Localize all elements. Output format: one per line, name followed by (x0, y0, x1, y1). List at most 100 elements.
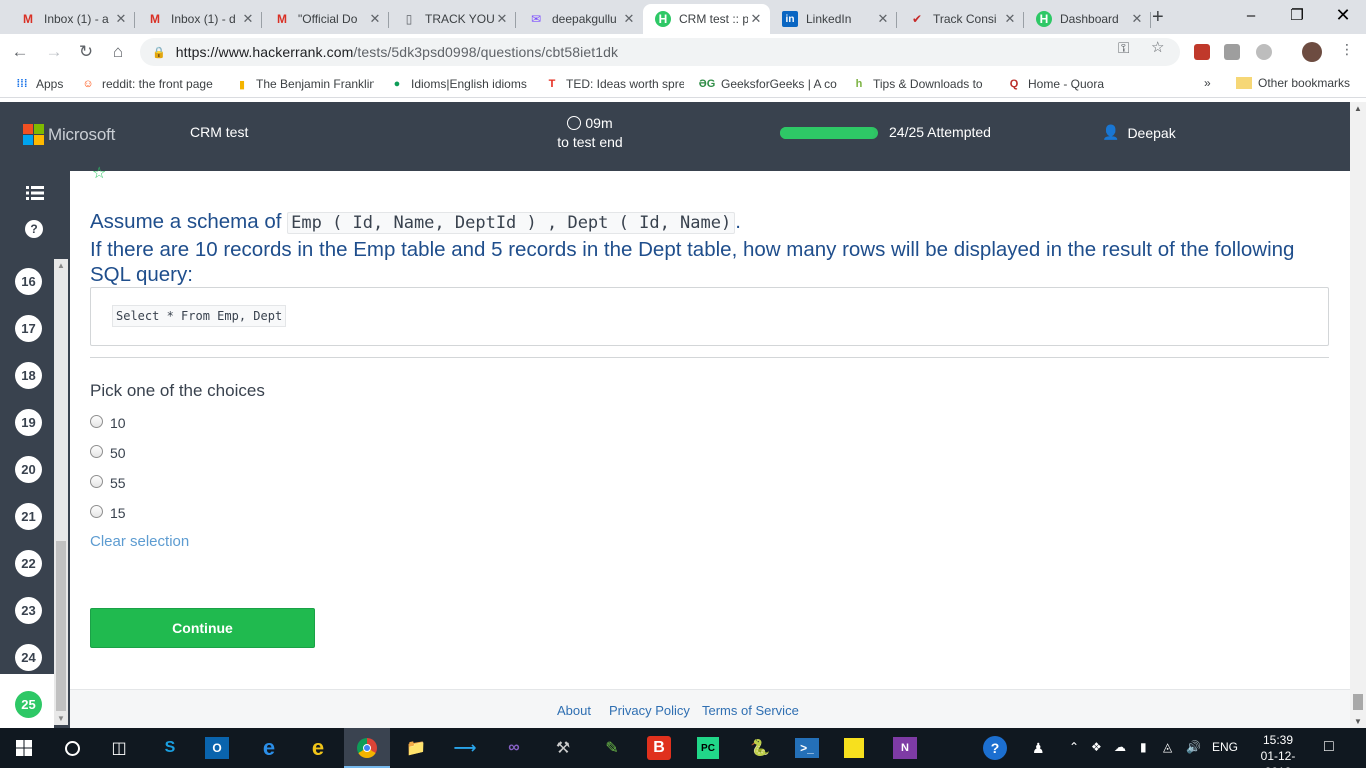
close-tab-icon[interactable]: ✕ (1002, 11, 1018, 27)
vscode-icon[interactable]: ⟶ (451, 734, 479, 762)
windows-start-icon[interactable] (10, 734, 38, 762)
powershell-icon[interactable]: >_ (795, 738, 819, 758)
browser-tab[interactable]: M Inbox (1) - a ✕ (8, 4, 135, 34)
radio-button[interactable] (90, 474, 103, 488)
internet-explorer-icon[interactable]: e (304, 734, 332, 762)
help-tray-icon[interactable]: ? (983, 736, 1007, 760)
browser-tab[interactable]: ✉ deepakgullu ✕ (516, 4, 643, 34)
close-tab-icon[interactable]: ✕ (240, 11, 256, 27)
more-bookmarks-button[interactable]: » (1204, 76, 1211, 90)
question-list-icon[interactable] (24, 182, 46, 204)
volume-icon[interactable]: 🔊 (1186, 740, 1201, 754)
bookmark-item[interactable]: ● Idioms|English idioms (389, 76, 527, 92)
scroll-up-icon[interactable]: ▲ (54, 261, 68, 270)
bookmark-item[interactable]: h Tips & Downloads to (851, 76, 983, 92)
continue-button[interactable]: Continue (90, 608, 315, 648)
sidebar-scroll-thumb[interactable] (56, 541, 66, 711)
browser-tab[interactable]: ▯ TRACK YOU ✕ (389, 4, 516, 34)
user-menu[interactable]: 👤 Deepak (1102, 124, 1176, 141)
address-bar[interactable]: 🔒 https://www.hackerrank.com/tests/5dk3p… (140, 38, 1180, 66)
browser-tab[interactable]: M Inbox (1) - d ✕ (135, 4, 262, 34)
search-icon[interactable] (58, 734, 86, 762)
terms-of-service-link[interactable]: Terms of Service (702, 703, 799, 718)
bookmark-item[interactable]: Q Home - Quora (1006, 76, 1104, 92)
pdf-extension-icon[interactable] (1194, 44, 1210, 60)
page-scroll-down-icon[interactable]: ▼ (1350, 717, 1366, 726)
close-tab-icon[interactable]: ✕ (367, 11, 383, 27)
choice-option[interactable]: 15 (90, 504, 126, 521)
brave-icon[interactable]: B (647, 736, 671, 760)
edge-icon[interactable]: e (255, 734, 283, 762)
radio-button[interactable] (90, 414, 103, 428)
radio-button[interactable] (90, 504, 103, 518)
browser-tab[interactable]: H Dashboard ✕ (1024, 4, 1151, 34)
close-tab-icon[interactable]: ✕ (494, 11, 510, 27)
extension-icon[interactable] (1224, 44, 1240, 60)
bookmark-item[interactable]: T TED: Ideas worth spre (544, 76, 684, 92)
close-tab-icon[interactable]: ✕ (748, 11, 764, 27)
about-link[interactable]: About (557, 703, 591, 718)
question-nav-23[interactable]: 23 (15, 597, 42, 624)
page-scroll-up-icon[interactable]: ▲ (1350, 104, 1366, 113)
file-explorer-icon[interactable]: 📁 (402, 734, 430, 762)
visual-studio-icon[interactable]: ∞ (500, 734, 528, 762)
bookmark-question-icon[interactable]: ☆ (92, 163, 106, 183)
onenote-icon[interactable]: N (893, 737, 917, 759)
scroll-down-icon[interactable]: ▼ (54, 714, 68, 723)
close-tab-icon[interactable]: ✕ (621, 11, 637, 27)
dropbox-icon[interactable]: ❖ (1091, 740, 1102, 754)
other-bookmarks-button[interactable]: Other bookmarks (1236, 76, 1350, 90)
profile-avatar[interactable] (1302, 42, 1322, 62)
tray-overflow-icon[interactable]: ⌃ (1069, 740, 1079, 754)
radio-button[interactable] (90, 444, 103, 458)
browser-tab[interactable]: ✔ Track Consi ✕ (897, 4, 1024, 34)
menu-kebab-icon[interactable]: ⋮ (1340, 41, 1354, 58)
browser-tab[interactable]: M "Official Do ✕ (262, 4, 389, 34)
pycharm-icon[interactable]: PC (697, 737, 719, 759)
extension-circle-icon[interactable] (1256, 44, 1272, 60)
choice-option[interactable]: 50 (90, 444, 126, 461)
bookmark-item[interactable]: ⁞⁞⁞ Apps (14, 76, 64, 92)
python-icon[interactable]: 🐍 (746, 734, 774, 762)
forward-icon[interactable]: → (42, 40, 66, 64)
restore-icon[interactable]: ❐ (1274, 0, 1320, 30)
question-nav-18[interactable]: 18 (15, 362, 42, 389)
question-nav-21[interactable]: 21 (15, 503, 42, 530)
key-icon[interactable]: ⚿ (1118, 40, 1129, 57)
browser-tab[interactable]: in LinkedIn ✕ (770, 4, 897, 34)
privacy-policy-link[interactable]: Privacy Policy (609, 703, 690, 718)
help-icon[interactable]: ? (25, 220, 43, 238)
question-nav-22[interactable]: 22 (15, 550, 42, 577)
page-scroll-thumb[interactable] (1353, 694, 1363, 710)
notepad-icon[interactable]: ✎ (598, 734, 626, 762)
question-nav-20[interactable]: 20 (15, 456, 42, 483)
action-center-icon[interactable]: □ (1324, 738, 1334, 756)
taskbar-clock[interactable]: 15:39 01-12-2018 (1248, 732, 1308, 768)
clear-selection-link[interactable]: Clear selection (90, 533, 189, 550)
bookmark-item[interactable]: ƏG GeeksforGeeks | A co (699, 76, 837, 92)
wifi-icon[interactable]: ◬ (1163, 740, 1172, 754)
question-nav-16[interactable]: 16 (15, 268, 42, 295)
question-nav-17[interactable]: 17 (15, 315, 42, 342)
close-tab-icon[interactable]: ✕ (113, 11, 129, 27)
home-icon[interactable]: ⌂ (106, 40, 130, 64)
outlook-icon[interactable]: O (205, 737, 229, 759)
close-tab-icon[interactable]: ✕ (1129, 11, 1145, 27)
bookmark-item[interactable]: ▮ The Benjamin Franklin (234, 76, 374, 92)
sidebar-scrollbar[interactable]: ▲ ▼ (54, 259, 68, 725)
battery-icon[interactable]: ▮ (1140, 740, 1147, 754)
question-nav-24[interactable]: 24 (15, 644, 42, 671)
back-icon[interactable]: ← (8, 40, 32, 64)
onedrive-icon[interactable]: ☁ (1114, 740, 1126, 754)
question-nav-19[interactable]: 19 (15, 409, 42, 436)
skype-icon[interactable]: S (156, 734, 184, 762)
page-scrollbar[interactable]: ▲ ▼ (1350, 102, 1366, 728)
people-icon[interactable]: ♟ (1032, 740, 1045, 757)
bookmark-item[interactable]: ☺ reddit: the front page (80, 76, 212, 92)
close-tab-icon[interactable]: ✕ (875, 11, 891, 27)
new-tab-button[interactable]: + (1152, 6, 1164, 29)
tools-icon[interactable]: ⚒ (549, 734, 577, 762)
choice-option[interactable]: 55 (90, 474, 126, 491)
minimize-icon[interactable]: – (1228, 0, 1274, 30)
task-view-icon[interactable]: ◫ (105, 734, 133, 762)
